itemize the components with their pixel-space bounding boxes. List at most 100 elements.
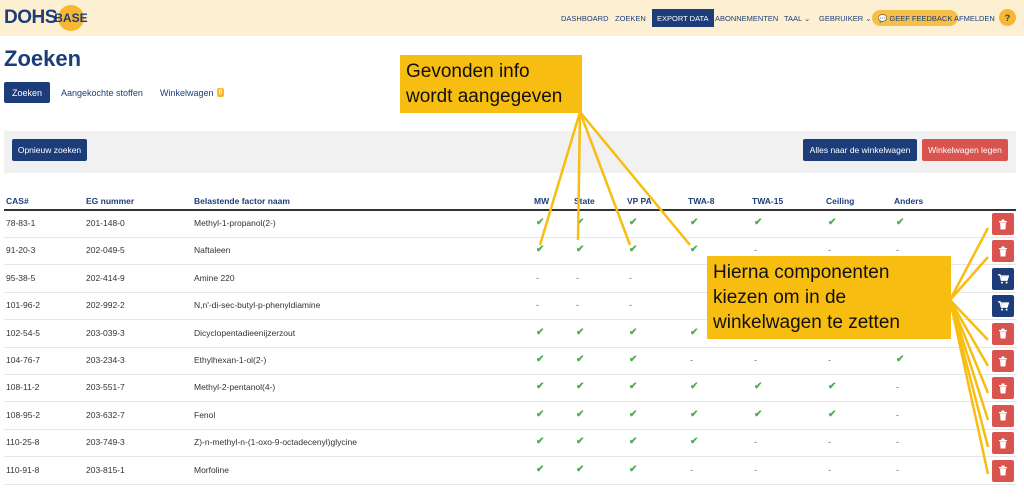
check-icon: ✔ bbox=[690, 408, 699, 420]
substance-name: Ethylhexan-1-ol(2-) bbox=[194, 355, 267, 365]
check-icon: ✔ bbox=[576, 463, 585, 475]
remove-from-cart-button[interactable] bbox=[992, 404, 1014, 427]
table-row: 108-95-2 203-632-7 Fenol ✔ ✔ ✔ ✔ ✔ ✔ - bbox=[4, 403, 1016, 430]
trash-icon bbox=[999, 410, 1007, 421]
trash-icon bbox=[999, 246, 1007, 257]
check-icon: ✔ bbox=[536, 217, 545, 228]
remove-from-cart-button[interactable] bbox=[992, 459, 1014, 482]
eg-number: 202-992-2 bbox=[86, 300, 125, 311]
check-icon: ✔ bbox=[896, 354, 905, 365]
no-data-dash: - bbox=[536, 272, 539, 283]
no-data-dash: - bbox=[629, 300, 632, 311]
eg-number: 202-049-5 bbox=[86, 245, 125, 256]
tab-aangekochte-stoffen[interactable]: Aangekochte stoffen bbox=[61, 82, 143, 103]
nav-afmelden[interactable]: AFMELDEN bbox=[954, 9, 995, 27]
no-data-dash: - bbox=[896, 409, 899, 420]
remove-from-cart-button[interactable] bbox=[992, 432, 1014, 455]
col-vp-pa[interactable]: VP PA bbox=[627, 196, 652, 206]
check-icon: ✔ bbox=[629, 217, 638, 228]
remove-from-cart-button[interactable] bbox=[992, 240, 1014, 263]
tab-zoeken[interactable]: Zoeken bbox=[4, 82, 51, 103]
col-twa-15[interactable]: TWA-15 bbox=[752, 196, 783, 206]
check-icon: ✔ bbox=[576, 436, 585, 448]
cas-number: 108-95-2 bbox=[6, 409, 41, 420]
eg-number: 201-148-0 bbox=[86, 218, 125, 228]
nav-taal-dropdown[interactable]: TAAL ⌄ bbox=[784, 9, 810, 27]
col-naam[interactable]: Belastende factor naam bbox=[194, 196, 290, 206]
add-to-cart-button[interactable] bbox=[992, 267, 1014, 290]
check-icon: ✔ bbox=[629, 463, 638, 475]
nav-abonnementen[interactable]: ABONNEMENTEN bbox=[715, 9, 778, 27]
no-data-dash: - bbox=[576, 300, 579, 311]
check-icon: ✔ bbox=[828, 217, 837, 228]
substance-name: Amine 220 bbox=[194, 272, 235, 283]
check-icon: ✔ bbox=[690, 244, 699, 256]
check-icon: ✔ bbox=[536, 408, 545, 420]
substance-name: Naftaleen bbox=[194, 245, 231, 256]
logo-text: DOHS bbox=[4, 7, 57, 28]
check-icon: ✔ bbox=[576, 326, 585, 338]
col-eg-nummer[interactable]: EG nummer bbox=[86, 196, 134, 206]
substance-name: Methyl-2-pentanol(4-) bbox=[194, 382, 276, 393]
cas-number: 110-25-8 bbox=[6, 437, 40, 448]
check-icon: ✔ bbox=[536, 354, 545, 365]
no-data-dash: - bbox=[896, 382, 899, 393]
substance-name: N,n'-di-sec-butyl-p-phenyldiamine bbox=[194, 300, 321, 311]
no-data-dash: - bbox=[896, 464, 899, 475]
col-ceiling[interactable]: Ceiling bbox=[826, 196, 854, 206]
remove-from-cart-button[interactable] bbox=[992, 213, 1014, 235]
check-icon: ✔ bbox=[690, 381, 699, 393]
new-search-button[interactable]: Opnieuw zoeken bbox=[12, 139, 87, 161]
substance-name: Z)-n-methyl-n-(1-oxo-9-octadecenyl)glyci… bbox=[194, 437, 357, 448]
check-icon: ✔ bbox=[536, 326, 545, 338]
eg-number: 203-815-1 bbox=[86, 464, 125, 475]
feedback-button[interactable]: 💬 GEEF FEEDBACK bbox=[872, 10, 959, 26]
nav-dashboard[interactable]: DASHBOARD bbox=[561, 9, 609, 27]
nav-gebruiker-dropdown[interactable]: GEBRUIKER ⌄ bbox=[819, 9, 872, 27]
no-data-dash: - bbox=[828, 355, 831, 365]
nav-zoeken[interactable]: ZOEKEN bbox=[615, 9, 646, 27]
table-row: 110-91-8 203-815-1 Morfoline ✔ ✔ ✔ - - - - bbox=[4, 458, 1016, 485]
nav-export-data[interactable]: EXPORT DATA bbox=[652, 9, 714, 27]
col-twa-8[interactable]: TWA-8 bbox=[688, 196, 714, 206]
col-mw[interactable]: MW bbox=[534, 196, 549, 206]
no-data-dash: - bbox=[896, 245, 899, 256]
cas-number: 95-38-5 bbox=[6, 272, 36, 283]
top-navbar: DOHS BASE DASHBOARD ZOEKEN EXPORT DATA A… bbox=[0, 0, 1024, 36]
col-cas[interactable]: CAS# bbox=[6, 196, 29, 206]
trash-icon bbox=[999, 383, 1007, 394]
check-icon: ✔ bbox=[828, 408, 837, 420]
dohsbase-logo[interactable]: DOHS BASE bbox=[4, 3, 88, 33]
no-data-dash: - bbox=[690, 464, 693, 475]
col-state[interactable]: State bbox=[574, 196, 595, 206]
no-data-dash: - bbox=[896, 437, 899, 448]
check-icon: ✔ bbox=[576, 244, 585, 256]
remove-from-cart-button[interactable] bbox=[992, 377, 1014, 400]
check-icon: ✔ bbox=[576, 217, 585, 228]
trash-icon bbox=[999, 328, 1007, 339]
remove-from-cart-button[interactable] bbox=[992, 322, 1014, 345]
check-icon: ✔ bbox=[536, 244, 545, 256]
tab-winkelwagen-label: Winkelwagen bbox=[160, 87, 214, 98]
remove-from-cart-button[interactable] bbox=[992, 350, 1014, 372]
callout-line: kiezen om in de bbox=[713, 287, 847, 308]
callout-choose-components: Hierna componenten kiezen om in de winke… bbox=[707, 256, 951, 339]
col-anders[interactable]: Anders bbox=[894, 196, 923, 206]
table-row: 104-76-7 203-234-3 Ethylhexan-1-ol(2-) ✔ ✔ ✔ -… bbox=[4, 348, 1016, 375]
empty-cart-button[interactable]: Winkelwagen legen bbox=[922, 139, 1008, 161]
no-data-dash: - bbox=[828, 437, 831, 448]
check-icon: ✔ bbox=[690, 436, 699, 448]
trash-icon bbox=[999, 219, 1007, 229]
check-icon: ✔ bbox=[629, 436, 638, 448]
substance-name: Dicyclopentadieenijzerzout bbox=[194, 327, 296, 338]
logo-badge: BASE bbox=[54, 5, 88, 31]
callout-line: Hierna componenten bbox=[713, 262, 890, 283]
cart-icon bbox=[997, 301, 1009, 311]
cas-number: 91-20-3 bbox=[6, 245, 36, 256]
tab-winkelwagen[interactable]: Winkelwagen 8 bbox=[160, 82, 225, 103]
all-to-cart-button[interactable]: Alles naar de winkelwagen bbox=[803, 139, 917, 161]
add-to-cart-button[interactable] bbox=[992, 295, 1014, 318]
check-icon: ✔ bbox=[576, 408, 585, 420]
help-button[interactable]: ? bbox=[999, 9, 1016, 26]
no-data-dash: - bbox=[690, 355, 693, 365]
